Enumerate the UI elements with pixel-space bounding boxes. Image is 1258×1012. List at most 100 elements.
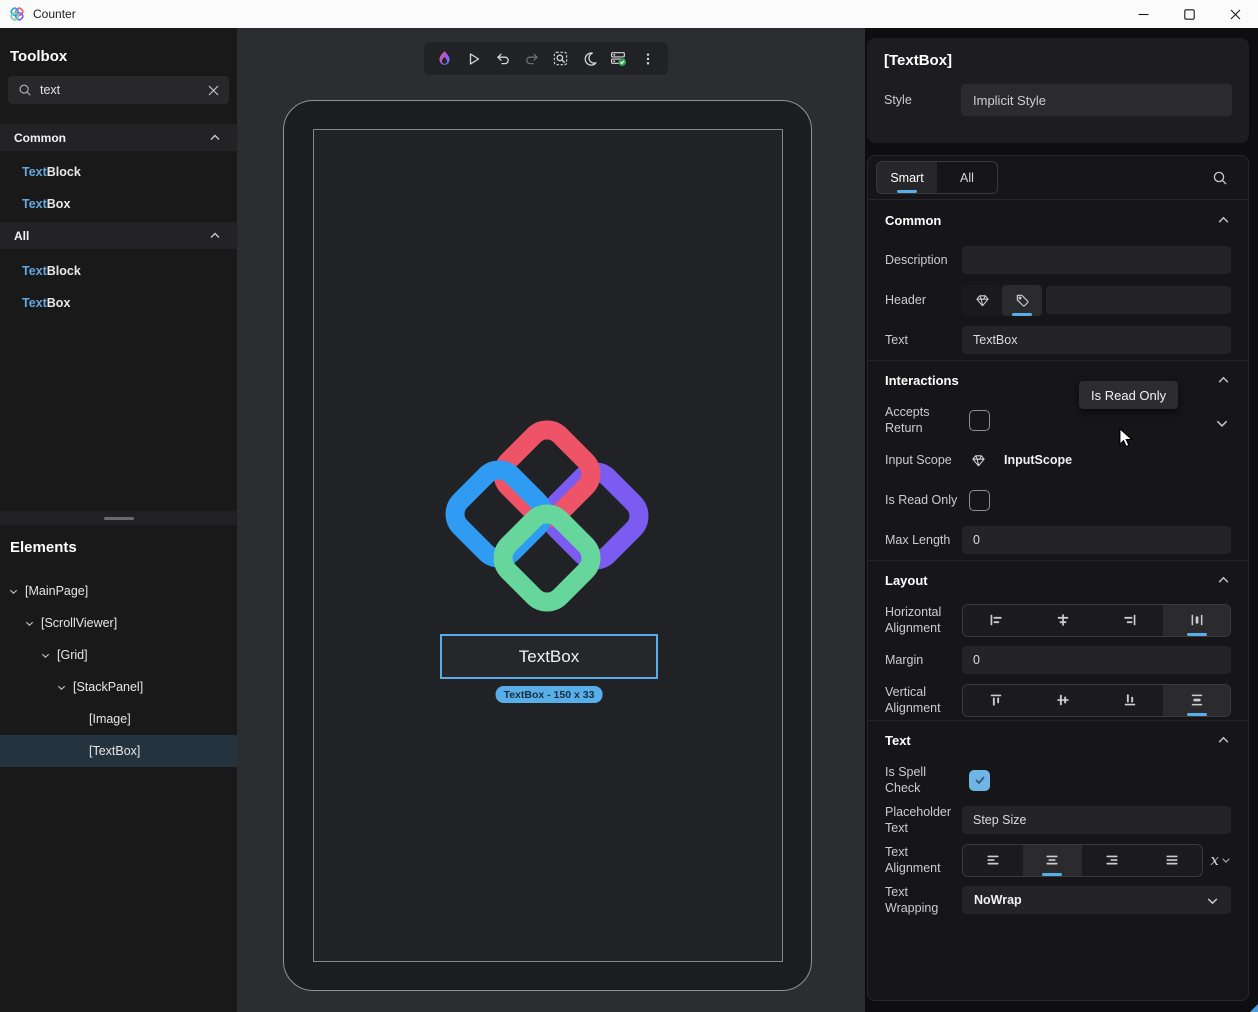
toolbox-item-textbox[interactable]: TextBox xyxy=(0,287,237,319)
chevron-down-icon[interactable] xyxy=(1215,416,1229,430)
item-match: Text xyxy=(22,197,47,211)
property-row-text-alignment: Text Alignment xyxy=(868,840,1248,880)
chevron-down-icon[interactable] xyxy=(56,682,69,693)
tag-icon[interactable] xyxy=(1002,285,1042,316)
selected-indicator xyxy=(1042,873,1062,876)
accepts-return-checkbox[interactable] xyxy=(969,410,990,431)
tree-item-mainpage[interactable]: [MainPage] xyxy=(0,575,237,607)
redo-icon[interactable] xyxy=(519,46,545,72)
chevron-down-icon[interactable] xyxy=(40,650,53,661)
align-vertical-bottom-icon[interactable] xyxy=(1097,685,1164,716)
tree-item-textbox[interactable]: [TextBox] xyxy=(0,735,237,767)
toolbox-item-textbox[interactable]: TextBox xyxy=(0,188,237,220)
design-canvas[interactable]: TextBox TextBox - 150 x 33 xyxy=(237,28,865,1012)
tree-item-grid[interactable]: [Grid] xyxy=(0,639,237,671)
section-label: Common xyxy=(885,213,941,228)
dropdown-value: NoWrap xyxy=(974,893,1022,907)
chevron-down-icon[interactable] xyxy=(24,618,37,629)
undo-icon[interactable] xyxy=(490,46,516,72)
property-row-header: Header xyxy=(868,280,1248,320)
play-icon[interactable] xyxy=(461,46,487,72)
max-length-input[interactable] xyxy=(962,526,1231,554)
close-button[interactable] xyxy=(1212,0,1258,28)
toolbox-item-textblock[interactable]: TextBlock xyxy=(0,255,237,287)
more-options-icon[interactable] xyxy=(635,46,661,72)
tree-item-stackpanel[interactable]: [StackPanel] xyxy=(0,671,237,703)
canvas-textbox-element[interactable]: TextBox xyxy=(440,634,658,679)
property-row-horizontal-alignment: Horizontal Alignment xyxy=(868,600,1248,640)
align-horizontal-right-icon[interactable] xyxy=(1097,605,1164,636)
is-spell-check-checkbox[interactable] xyxy=(969,770,990,791)
tab-smart[interactable]: Smart xyxy=(877,162,937,193)
section-header-common[interactable]: Common xyxy=(868,200,1248,240)
align-vertical-center-icon[interactable] xyxy=(1030,685,1097,716)
selected-element-card: [TextBox] Style xyxy=(867,38,1249,143)
is-read-only-checkbox[interactable] xyxy=(969,490,990,511)
tab-all[interactable]: All xyxy=(937,162,997,193)
elements-title: Elements xyxy=(10,539,77,556)
property-label: Placeholder Text xyxy=(885,804,962,837)
advanced-property-dropdown[interactable]: x xyxy=(1211,851,1231,869)
dev-server-status-icon[interactable] xyxy=(606,46,632,72)
property-row-text-wrapping: Text Wrapping NoWrap xyxy=(868,880,1248,920)
toolbox-item-textblock[interactable]: TextBlock xyxy=(0,156,237,188)
header-input[interactable] xyxy=(1046,286,1231,314)
align-horizontal-center-icon[interactable] xyxy=(1030,605,1097,636)
text-align-left-icon[interactable] xyxy=(963,845,1023,876)
window-resize-grip[interactable] xyxy=(1250,1004,1258,1012)
property-row-max-length: Max Length xyxy=(868,520,1248,560)
hot-reload-flame-icon[interactable] xyxy=(432,46,458,72)
properties-card: Smart All Common De xyxy=(867,155,1249,1001)
toolbox-search[interactable] xyxy=(8,76,229,104)
toolbox-search-input[interactable] xyxy=(40,83,198,97)
align-horizontal-left-icon[interactable] xyxy=(963,605,1030,636)
panel-splitter[interactable] xyxy=(0,511,237,525)
item-match: Text xyxy=(22,165,47,179)
chevron-up-icon[interactable] xyxy=(1217,574,1230,587)
style-input[interactable] xyxy=(961,84,1232,116)
text-wrapping-dropdown[interactable]: NoWrap xyxy=(962,886,1231,914)
text-align-center-icon[interactable] xyxy=(1023,845,1083,876)
align-horizontal-stretch-icon[interactable] xyxy=(1163,605,1230,636)
toolbox-section-all[interactable]: All xyxy=(0,222,237,249)
margin-input[interactable] xyxy=(962,646,1231,674)
description-input[interactable] xyxy=(962,246,1231,274)
device-screen[interactable]: TextBox TextBox - 150 x 33 xyxy=(313,129,783,962)
binding-gem-icon[interactable] xyxy=(971,453,986,468)
theme-toggle-moon-icon[interactable] xyxy=(577,46,603,72)
minimize-button[interactable] xyxy=(1120,0,1166,28)
search-properties-icon[interactable] xyxy=(1212,170,1228,186)
clear-search-icon[interactable] xyxy=(208,85,219,96)
property-label: Header xyxy=(885,292,962,308)
style-row: Style xyxy=(867,84,1249,116)
placeholder-text-input[interactable] xyxy=(962,806,1231,834)
inspect-element-icon[interactable] xyxy=(548,46,574,72)
maximize-button[interactable] xyxy=(1166,0,1212,28)
app-logo-image[interactable] xyxy=(427,398,667,638)
section-label: Text xyxy=(885,733,911,748)
tree-item-label: [StackPanel] xyxy=(73,680,143,694)
section-label: Interactions xyxy=(885,373,959,388)
align-vertical-stretch-icon[interactable] xyxy=(1163,685,1230,716)
tree-item-image[interactable]: [Image] xyxy=(0,703,237,735)
tab-group: Smart All xyxy=(876,161,998,194)
section-header-layout[interactable]: Layout xyxy=(868,560,1248,600)
section-header-interactions[interactable]: Interactions xyxy=(868,360,1248,400)
tree-item-label: [TextBox] xyxy=(89,744,140,758)
align-vertical-top-icon[interactable] xyxy=(963,685,1030,716)
binding-gem-icon[interactable] xyxy=(962,285,1002,316)
text-align-justify-icon[interactable] xyxy=(1142,845,1202,876)
text-input[interactable] xyxy=(962,326,1231,354)
property-label: Max Length xyxy=(885,532,962,548)
property-row-description: Description xyxy=(868,240,1248,280)
chevron-down-icon[interactable] xyxy=(8,586,21,597)
chevron-up-icon[interactable] xyxy=(1217,214,1230,227)
toolbox-section-common[interactable]: Common xyxy=(0,124,237,151)
text-align-right-icon[interactable] xyxy=(1082,845,1142,876)
chevron-up-icon[interactable] xyxy=(1217,374,1230,387)
property-label: Description xyxy=(885,252,962,268)
input-scope-value[interactable]: InputScope xyxy=(1004,453,1072,467)
chevron-up-icon[interactable] xyxy=(1217,734,1230,747)
tree-item-scrollviewer[interactable]: [ScrollViewer] xyxy=(0,607,237,639)
section-header-text[interactable]: Text xyxy=(868,720,1248,760)
